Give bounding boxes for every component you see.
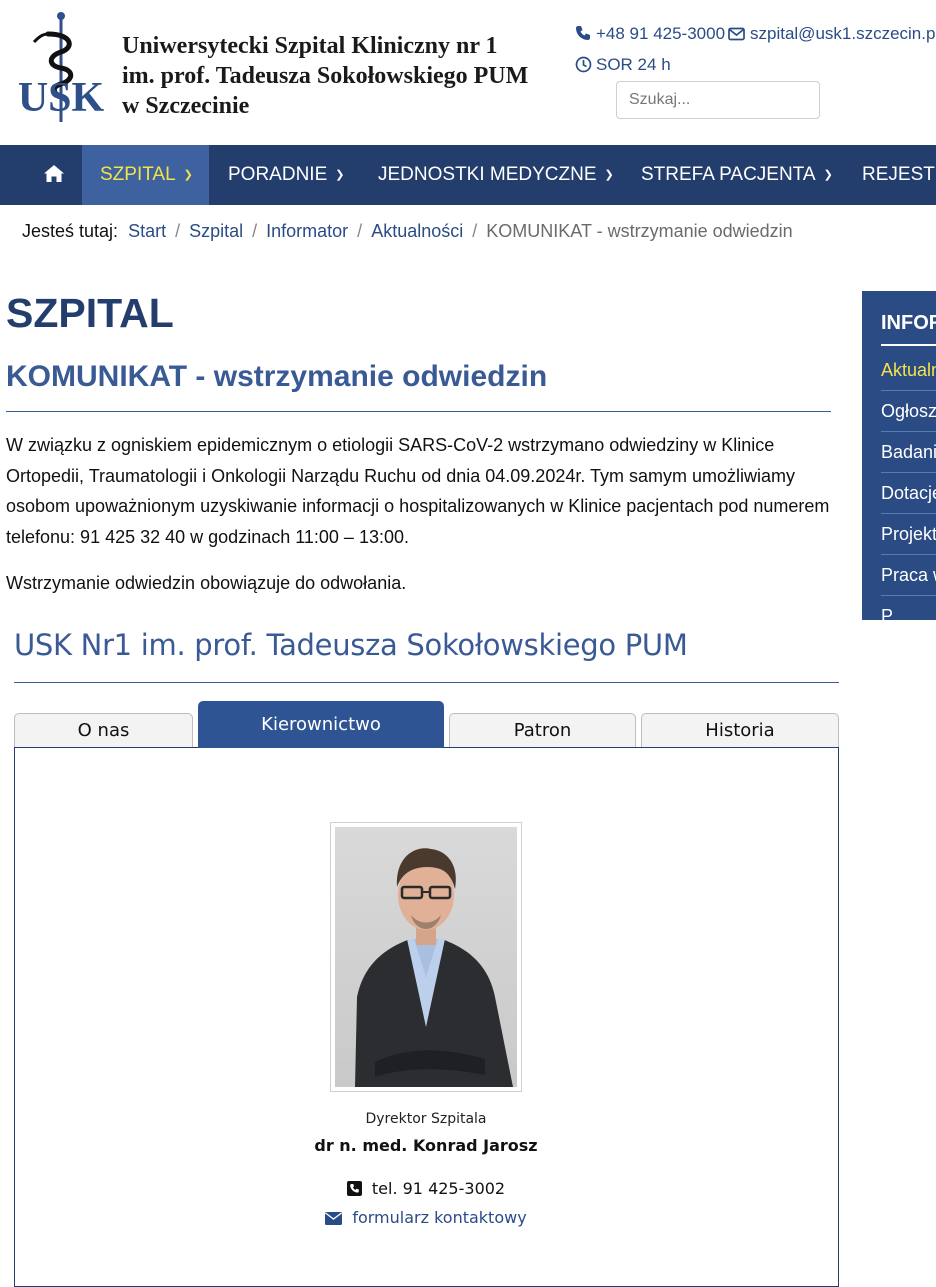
- main-nav: SZPITAL ❯ PORADNIE ❯ JEDNOSTKI MEDYCZNE ❯ S…: [0, 145, 936, 205]
- site-name-line-3: w Szczecinie: [122, 93, 250, 119]
- tab-patron[interactable]: Patron: [449, 713, 636, 747]
- article-title: KOMUNIKAT - wstrzymanie odwiedzin: [6, 360, 548, 393]
- chevron-down-icon: ❯: [823, 169, 833, 181]
- nav-rejestr[interactable]: REJESTR: [862, 145, 936, 205]
- director-portrait-image: [335, 827, 517, 1087]
- sidebar-item-dotacje[interactable]: Dotacje: [881, 473, 936, 514]
- article-paragraph-2: Wstrzymanie odwiedzin obowiązuje do odwo…: [6, 573, 407, 593]
- contact-form-link[interactable]: formularz kontaktowy: [0, 1208, 852, 1227]
- site-name-line-1: Uniwersytecki Szpital Kliniczny nr 1: [122, 33, 498, 59]
- sidebar-item-badania[interactable]: Badani: [881, 432, 936, 473]
- sor-text: SOR 24 h: [596, 55, 671, 74]
- tab-kierownictwo[interactable]: Kierownictwo: [198, 701, 444, 748]
- director-phone: tel. 91 425-3002: [0, 1179, 852, 1198]
- phone-icon: [576, 26, 590, 40]
- site-name[interactable]: Uniwersytecki Szpital Kliniczny nr 1 im.…: [122, 31, 552, 121]
- breadcrumb-prefix: Jesteś tutaj:: [22, 221, 119, 241]
- breadcrumb-current: KOMUNIKAT - wstrzymanie odwiedzin: [486, 221, 793, 241]
- hospital-title: USK Nr1 im. prof. Tadeusza Sokołowskiego…: [14, 628, 688, 662]
- breadcrumb-separator: /: [175, 221, 181, 241]
- sidebar-item-ogloszenia[interactable]: Ogłosz: [881, 391, 936, 432]
- breadcrumb-aktualnosci[interactable]: Aktualności: [371, 221, 463, 241]
- search-input[interactable]: [616, 81, 820, 119]
- site-header: USK Uniwersytecki Szpital Kliniczny nr 1…: [0, 0, 936, 145]
- breadcrumb: Jesteś tutaj: Start / Szpital / Informator / A…: [22, 221, 793, 242]
- phone-number: +48 91 425-3000: [596, 24, 726, 43]
- sidebar-divider: [881, 344, 936, 346]
- title-divider: [6, 411, 831, 412]
- contact-form-label: formularz kontaktowy: [352, 1208, 527, 1227]
- director-role: Dyrektor Szpitala: [365, 1111, 487, 1127]
- clock-icon: [575, 56, 592, 73]
- logo-text: USK: [18, 75, 104, 121]
- usk-logo[interactable]: USK: [18, 10, 105, 122]
- envelope-icon: [325, 1212, 343, 1225]
- nav-strefa-label: STREFA PACJENTA: [641, 164, 816, 185]
- breadcrumb-szpital[interactable]: Szpital: [189, 221, 243, 241]
- hospital-title-divider: [14, 682, 839, 683]
- nav-poradnie[interactable]: PORADNIE ❯: [228, 145, 344, 205]
- nav-szpital-label: SZPITAL: [100, 164, 176, 185]
- nav-szpital[interactable]: SZPITAL ❯: [82, 145, 209, 205]
- tab-o-nas[interactable]: O nas: [14, 713, 193, 747]
- site-name-line-2: im. prof. Tadeusza Sokołowskiego PUM: [122, 63, 529, 89]
- sidebar-item-projekty[interactable]: Projekt: [881, 514, 936, 555]
- nav-strefa-pacjenta[interactable]: STREFA PACJENTA ❯: [641, 145, 833, 205]
- home-icon: [44, 165, 64, 182]
- sidebar-informator: INFOR Aktualn Ogłosz Badani Dotacje Proj…: [862, 291, 936, 620]
- tab-historia[interactable]: Historia: [641, 713, 839, 747]
- director-phone-text: tel. 91 425-3002: [371, 1179, 506, 1198]
- article-body: W związku z ogniskiem epidemicznym o eti…: [6, 430, 836, 599]
- nav-home[interactable]: [28, 145, 80, 205]
- sidebar-item-praca[interactable]: Praca w: [881, 555, 936, 596]
- sidebar-heading: INFOR: [881, 312, 936, 334]
- chevron-down-icon: ❯: [335, 169, 345, 181]
- breadcrumb-informator[interactable]: Informator: [266, 221, 348, 241]
- logo-icon: USK: [18, 12, 105, 122]
- breadcrumb-separator: /: [357, 221, 363, 241]
- nav-jednostki-medyczne[interactable]: JEDNOSTKI MEDYCZNE ❯: [378, 145, 614, 205]
- chevron-down-icon: ❯: [604, 169, 614, 181]
- breadcrumb-start[interactable]: Start: [128, 221, 166, 241]
- sidebar-item-aktualnosci[interactable]: Aktualn: [881, 350, 936, 391]
- nav-rejestr-label: REJESTR: [862, 164, 936, 185]
- envelope-icon: [728, 27, 745, 41]
- section-title: SZPITAL: [6, 290, 174, 336]
- nav-poradnie-label: PORADNIE: [228, 164, 328, 185]
- phone-link[interactable]: +48 91 425-3000: [575, 24, 725, 44]
- phone-square-icon: [346, 1181, 362, 1196]
- article-paragraph-1: W związku z ogniskiem epidemicznym o eti…: [6, 435, 830, 547]
- director-photo: [330, 822, 522, 1092]
- sidebar-item-more[interactable]: P: [881, 596, 936, 620]
- email-link[interactable]: szpital@usk1.szczecin.pl: [728, 24, 936, 44]
- chevron-down-icon: ❯: [183, 169, 193, 181]
- email-address: szpital@usk1.szczecin.pl: [750, 24, 936, 43]
- breadcrumb-separator: /: [252, 221, 258, 241]
- sor-info: SOR 24 h: [575, 55, 671, 75]
- director-name: dr n. med. Konrad Jarosz: [314, 1136, 538, 1155]
- breadcrumb-separator: /: [472, 221, 478, 241]
- nav-jednostki-label: JEDNOSTKI MEDYCZNE: [378, 164, 597, 185]
